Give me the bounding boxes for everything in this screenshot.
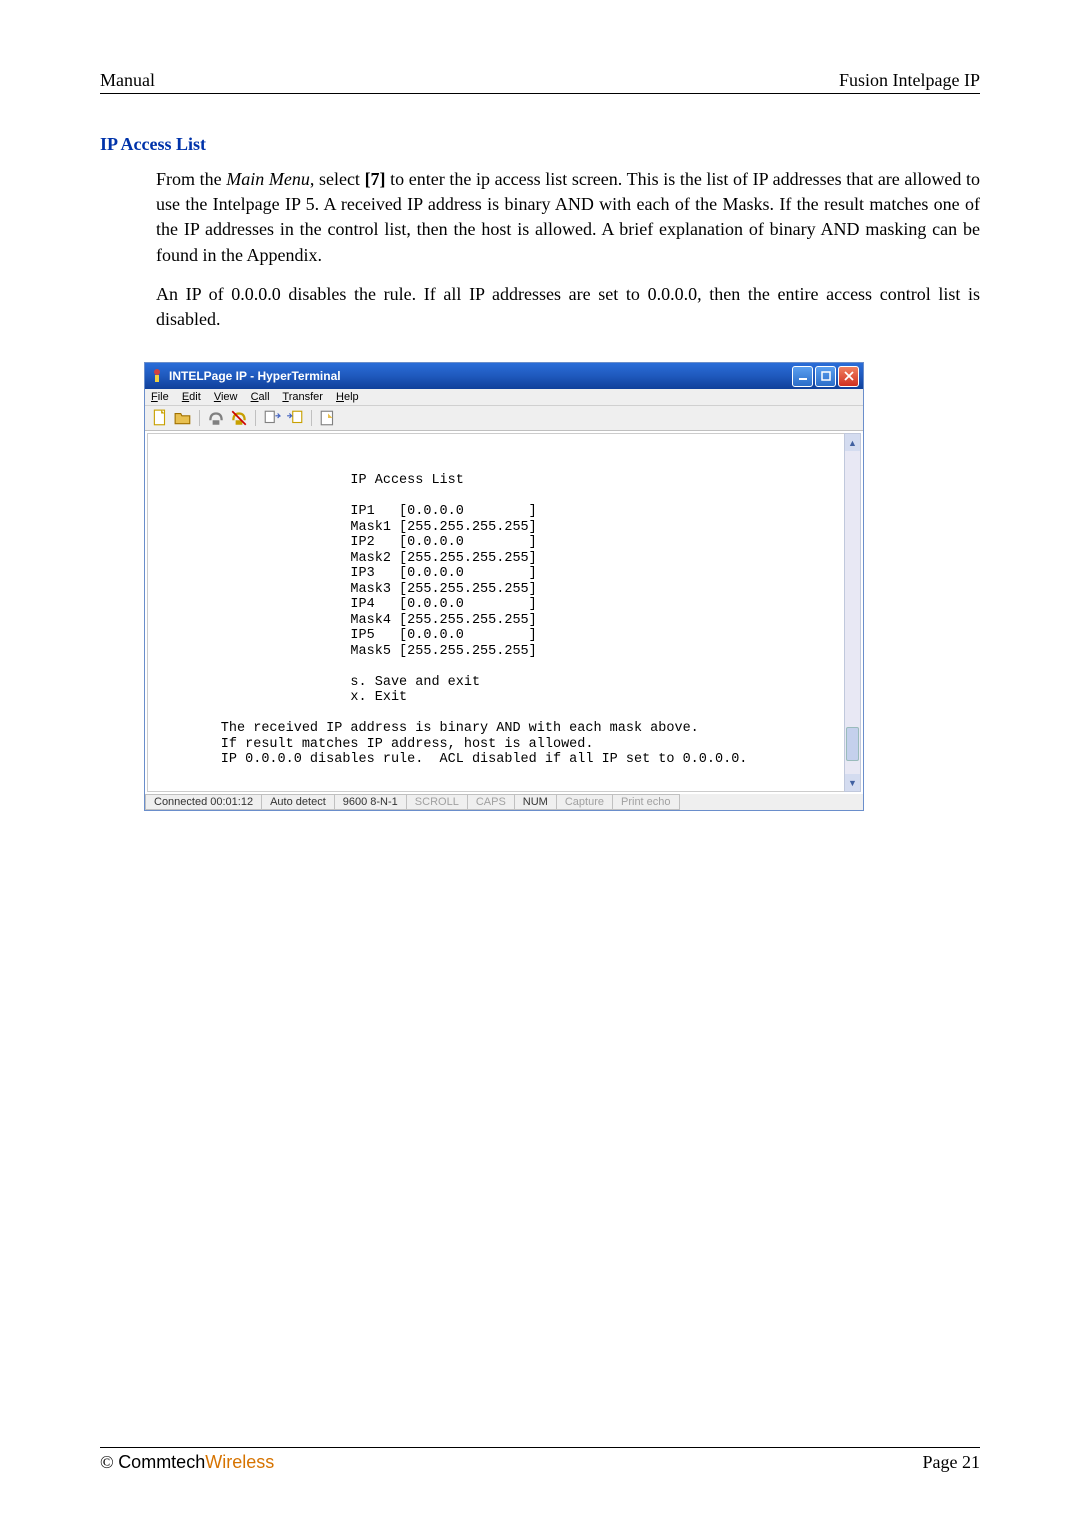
status-settings: 9600 8-N-1 <box>334 794 407 810</box>
toolbar <box>145 405 863 431</box>
status-printecho: Print echo <box>612 794 680 810</box>
statusbar: Connected 00:01:12 Auto detect 9600 8-N-… <box>145 794 863 810</box>
toolbar-separator <box>199 410 200 426</box>
window-title: INTELPage IP - HyperTerminal <box>169 369 792 383</box>
toolbar-separator-2 <box>255 410 256 426</box>
copyright-symbol: © <box>100 1452 118 1472</box>
menu-help[interactable]: Help <box>336 391 359 403</box>
paragraph-2: An IP of 0.0.0.0 disables the rule. If a… <box>156 282 980 332</box>
menu-view[interactable]: View <box>214 391 238 403</box>
menu-edit[interactable]: Edit <box>182 391 201 403</box>
scrollbar[interactable]: ▲ ▼ <box>844 433 861 792</box>
terminal-body-area: IP Access List IP1 [0.0.0.0 ] Mask1 [255… <box>145 431 863 794</box>
receive-icon[interactable] <box>286 409 304 427</box>
maximize-button[interactable] <box>815 366 836 387</box>
para1-intro: From the <box>156 169 226 189</box>
minimize-button[interactable] <box>792 366 813 387</box>
footer-brand: CommtechWireless <box>118 1452 274 1472</box>
status-num: NUM <box>514 794 557 810</box>
footer: © CommtechWireless Page 21 <box>100 1447 980 1473</box>
scroll-down-icon[interactable]: ▼ <box>845 774 860 791</box>
page-header: Manual Fusion Intelpage IP <box>100 70 980 94</box>
section-title: IP Access List <box>100 134 980 155</box>
app-icon <box>149 368 165 384</box>
menubar: File Edit View Call Transfer Help <box>145 389 863 405</box>
page-number: Page 21 <box>923 1452 981 1473</box>
scroll-up-icon[interactable]: ▲ <box>845 434 860 451</box>
titlebar[interactable]: INTELPage IP - HyperTerminal <box>145 363 863 389</box>
header-left: Manual <box>100 70 155 91</box>
status-autodetect: Auto detect <box>261 794 335 810</box>
status-caps: CAPS <box>467 794 515 810</box>
send-icon[interactable] <box>263 409 281 427</box>
menu-file[interactable]: File <box>151 391 169 403</box>
status-connected: Connected 00:01:12 <box>145 794 262 810</box>
open-icon[interactable] <box>174 409 192 427</box>
toolbar-separator-3 <box>311 410 312 426</box>
close-button[interactable] <box>838 366 859 387</box>
brand-wireless: Wireless <box>205 1452 274 1472</box>
para1-option: [7] <box>365 169 386 189</box>
para1-main-menu: Main Menu <box>226 169 310 189</box>
hyperterminal-window: INTELPage IP - HyperTerminal File Edit V… <box>144 362 864 811</box>
window-buttons <box>792 366 859 387</box>
scroll-thumb[interactable] <box>846 727 859 761</box>
properties-icon[interactable] <box>319 409 337 427</box>
header-right: Fusion Intelpage IP <box>839 70 980 91</box>
terminal-output[interactable]: IP Access List IP1 [0.0.0.0 ] Mask1 [255… <box>147 433 861 792</box>
paragraph-1: From the Main Menu, select [7] to enter … <box>156 167 980 268</box>
footer-left: © CommtechWireless <box>100 1452 274 1473</box>
disconnect-icon[interactable] <box>230 409 248 427</box>
status-capture: Capture <box>556 794 613 810</box>
status-scroll: SCROLL <box>406 794 468 810</box>
para1-mid: , select <box>310 169 365 189</box>
new-icon[interactable] <box>151 409 169 427</box>
brand-commtech: Commtech <box>118 1452 205 1472</box>
menu-transfer[interactable]: Transfer <box>282 391 323 403</box>
connect-icon[interactable] <box>207 409 225 427</box>
menu-call[interactable]: Call <box>251 391 270 403</box>
